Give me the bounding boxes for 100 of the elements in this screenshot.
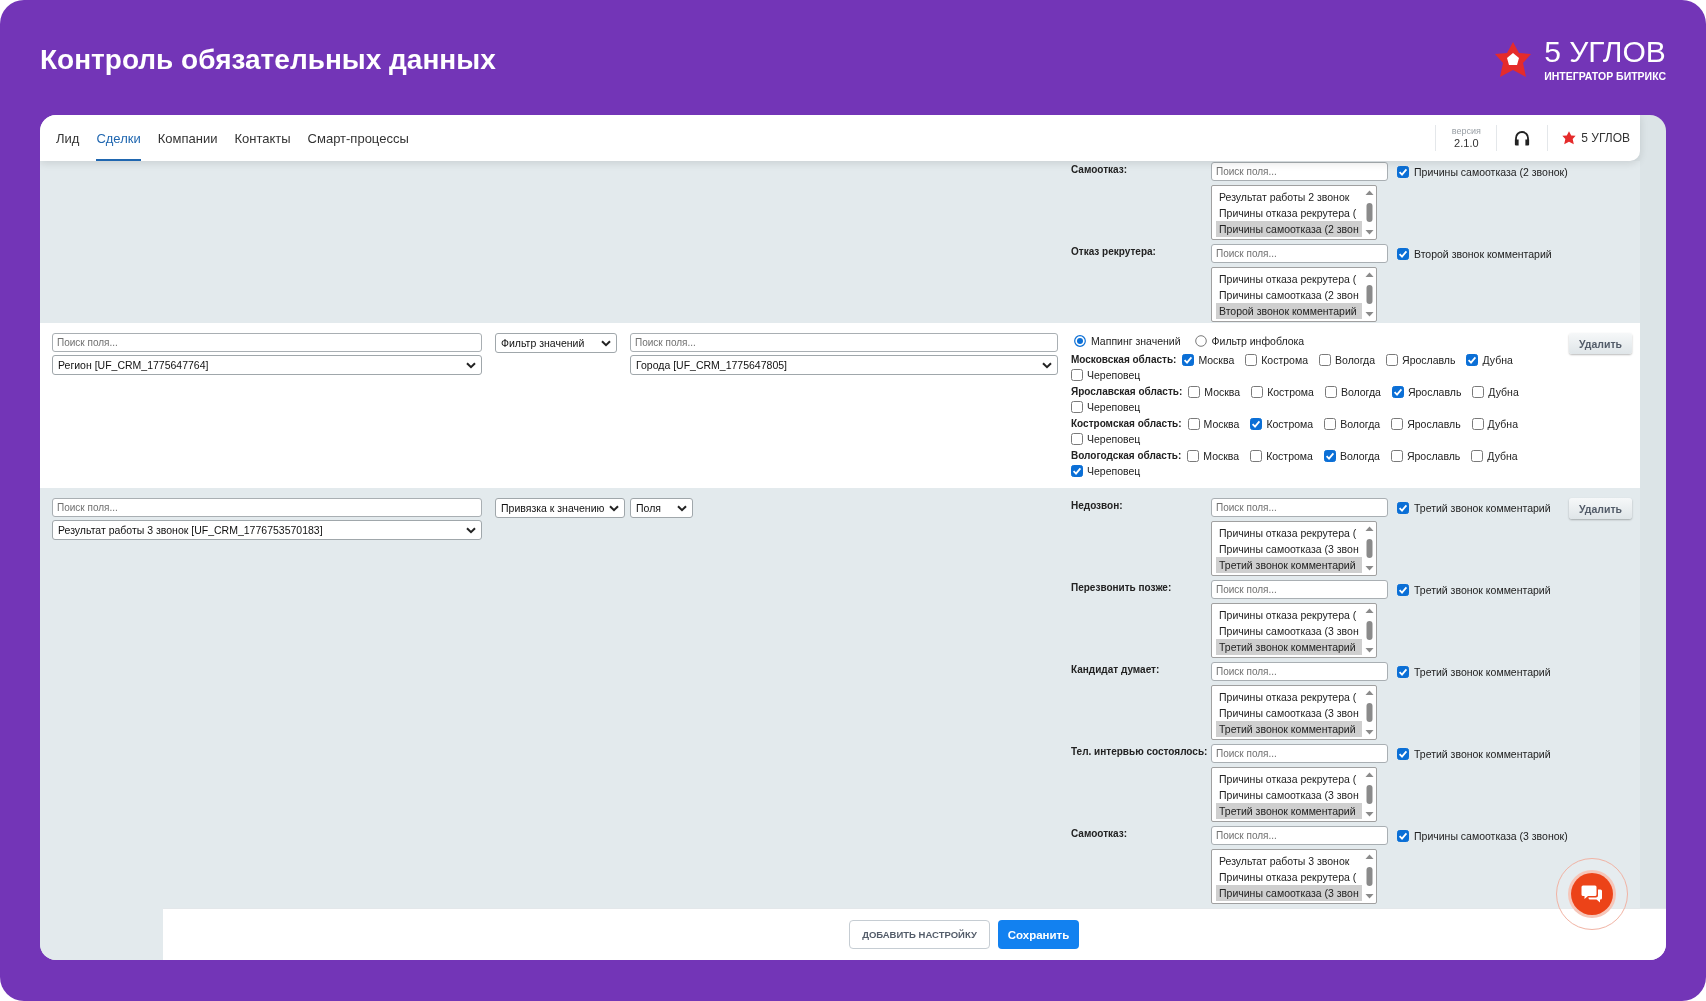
checkbox[interactable] [1071,401,1083,413]
checkbox[interactable] [1250,418,1263,430]
list-option[interactable]: Причины отказа рекрутера ( [1216,270,1362,287]
list-option[interactable]: Причины отказа рекрутера ( [1216,204,1362,221]
list-option[interactable]: Причины самоотказа (3 звон [1216,540,1362,557]
list-option[interactable]: Третий звонок комментарий [1216,720,1362,737]
checkbox[interactable] [1471,450,1484,462]
brand-tagline: ИНТЕГРАТОР БИТРИКС [1544,70,1666,82]
city-label: Дубна [1487,418,1518,430]
list-option[interactable]: Причины самоотказа (3 звон [1216,884,1362,901]
checkbox[interactable] [1182,354,1195,366]
checkbox[interactable] [1397,665,1409,678]
city-label: Москва [1204,386,1241,398]
chevron-down-icon [677,504,687,512]
list-option[interactable]: Причины самоотказа (2 звон [1216,220,1362,237]
mode-dropdown[interactable]: Привязка к значению [495,498,626,518]
checkbox[interactable] [1397,829,1409,842]
list-option[interactable]: Причины отказа рекрутера ( [1216,688,1362,705]
search-field[interactable]: Поиск поля... [1211,244,1388,263]
search-field[interactable]: Поиск поля... [1211,662,1388,681]
delete-button[interactable]: Удалить [1569,333,1632,354]
checkbox[interactable] [1319,354,1331,366]
checkbox[interactable] [1324,386,1337,398]
list-option[interactable]: Причины самоотказа (2 звон [1216,286,1362,303]
checkbox[interactable] [1397,747,1409,760]
list-option[interactable]: Третий звонок комментарий [1216,802,1362,819]
mode-dropdown[interactable]: Фильтр значений [495,333,617,353]
field-dropdown[interactable]: Результат работы 3 звонок [UF_CRM_1776753570183] [52,520,482,540]
list-option[interactable]: Причины отказа рекрутера ( [1216,524,1362,541]
radio-button[interactable] [1194,335,1207,347]
search-field[interactable]: Поиск поля... [630,333,1058,352]
listbox[interactable]: Результат работы 3 звонок Причины отказа рекрутера ( Причины самоотказа (3 звон [1211,849,1377,904]
listbox[interactable]: Причины отказа рекрутера ( Причины самоотказа (3 звон Третий звонок комментарий [1211,603,1377,658]
city-label: Москва [1198,354,1235,366]
tab[interactable]: Смарт-процессы [307,115,409,161]
tab[interactable]: Компании [157,115,218,161]
list-option[interactable]: Второй звонок комментарий [1216,302,1362,319]
city-label: Череповец [1087,401,1141,413]
brand-link[interactable]: 5 УГЛОВ [1562,131,1630,145]
search-field[interactable]: Поиск поля... [1211,580,1388,599]
listbox[interactable]: Причины отказа рекрутера ( Причины самоотказа (3 звон Третий звонок комментарий [1211,685,1377,740]
checkbox[interactable] [1397,165,1409,178]
delete-button[interactable]: Удалить [1569,498,1632,519]
field-label: Самоотказ: [1071,827,1129,839]
checkbox[interactable] [1251,386,1264,398]
checkbox[interactable] [1324,418,1337,430]
region-label: Костромская область: [1071,417,1182,431]
search-field[interactable]: Поиск поля... [1211,498,1388,517]
search-field[interactable]: Поиск поля... [1211,826,1388,845]
listbox[interactable]: Причины отказа рекрутера ( Причины самоотказа (2 звон Второй звонок комментарий [1211,267,1377,322]
checkbox[interactable] [1188,386,1201,398]
checkbox[interactable] [1071,369,1083,381]
checkbox[interactable] [1391,418,1404,430]
checkbox[interactable] [1386,354,1399,366]
checkbox[interactable] [1187,418,1200,430]
checkbox[interactable] [1397,583,1409,596]
checkbox[interactable] [1071,433,1083,445]
list-option[interactable]: Третий звонок комментарий [1216,556,1362,573]
type-dropdown[interactable]: Поля [630,498,693,518]
checkbox[interactable] [1390,450,1403,462]
listbox[interactable]: Результат работы 2 звонок Причины отказа рекрутера ( Причины самоотказа (2 звон [1211,185,1377,240]
list-option[interactable]: Третий звонок комментарий [1216,638,1362,655]
field-dropdown[interactable]: Регион [UF_CRM_1775647764] [52,355,482,375]
checkbox[interactable] [1250,450,1263,462]
tab[interactable]: Лид [56,115,80,161]
add-setting-button[interactable]: ДОБАВИТЬ НАСТРОЙКУ [849,920,990,949]
checkbox[interactable] [1245,354,1258,366]
listbox[interactable]: Причины отказа рекрутера ( Причины самоотказа (3 звон Третий звонок комментарий [1211,521,1377,576]
checkbox[interactable] [1471,418,1484,430]
listbox[interactable]: Причины отказа рекрутера ( Причины самоотказа (3 звон Третий звонок комментарий [1211,767,1377,822]
headset-icon[interactable] [1513,129,1532,147]
checkbox[interactable] [1187,450,1200,462]
page-title: Контроль обязательных данных [40,43,496,76]
list-option[interactable]: Причины самоотказа (3 звон [1216,622,1362,639]
checkbox-label: Третий звонок комментарий [1414,747,1551,760]
field-dropdown[interactable]: Города [UF_CRM_1775647805] [630,355,1058,375]
checkbox[interactable] [1071,465,1083,477]
search-field[interactable]: Поиск поля... [52,333,482,352]
search-field[interactable]: Поиск поля... [52,498,482,517]
list-option[interactable]: Результат работы 2 звонок [1216,188,1362,205]
list-option[interactable]: Результат работы 3 звонок [1216,852,1362,869]
radio-button[interactable] [1074,335,1086,347]
list-option[interactable]: Причины самоотказа (3 звон [1216,786,1362,803]
checkbox[interactable] [1397,501,1409,514]
checkbox[interactable] [1391,386,1404,398]
save-button[interactable]: Сохранить [998,920,1079,949]
city-label: Ярославль [1406,450,1461,462]
checkbox[interactable] [1397,247,1409,260]
list-option[interactable]: Причины отказа рекрутера ( [1216,770,1362,787]
search-field[interactable]: Поиск поля... [1211,744,1388,763]
checkbox[interactable] [1466,354,1479,366]
checkbox[interactable] [1323,450,1336,462]
search-field[interactable]: Поиск поля... [1211,162,1388,181]
region-label: Вологодская область: [1071,449,1182,463]
list-option[interactable]: Причины самоотказа (3 звон [1216,704,1362,721]
checkbox[interactable] [1472,386,1485,398]
list-option[interactable]: Причины отказа рекрутера ( [1216,606,1362,623]
city-label: Кострома [1266,450,1313,462]
tab[interactable]: Контакты [234,115,291,161]
list-option[interactable]: Причины отказа рекрутера ( [1216,868,1362,885]
